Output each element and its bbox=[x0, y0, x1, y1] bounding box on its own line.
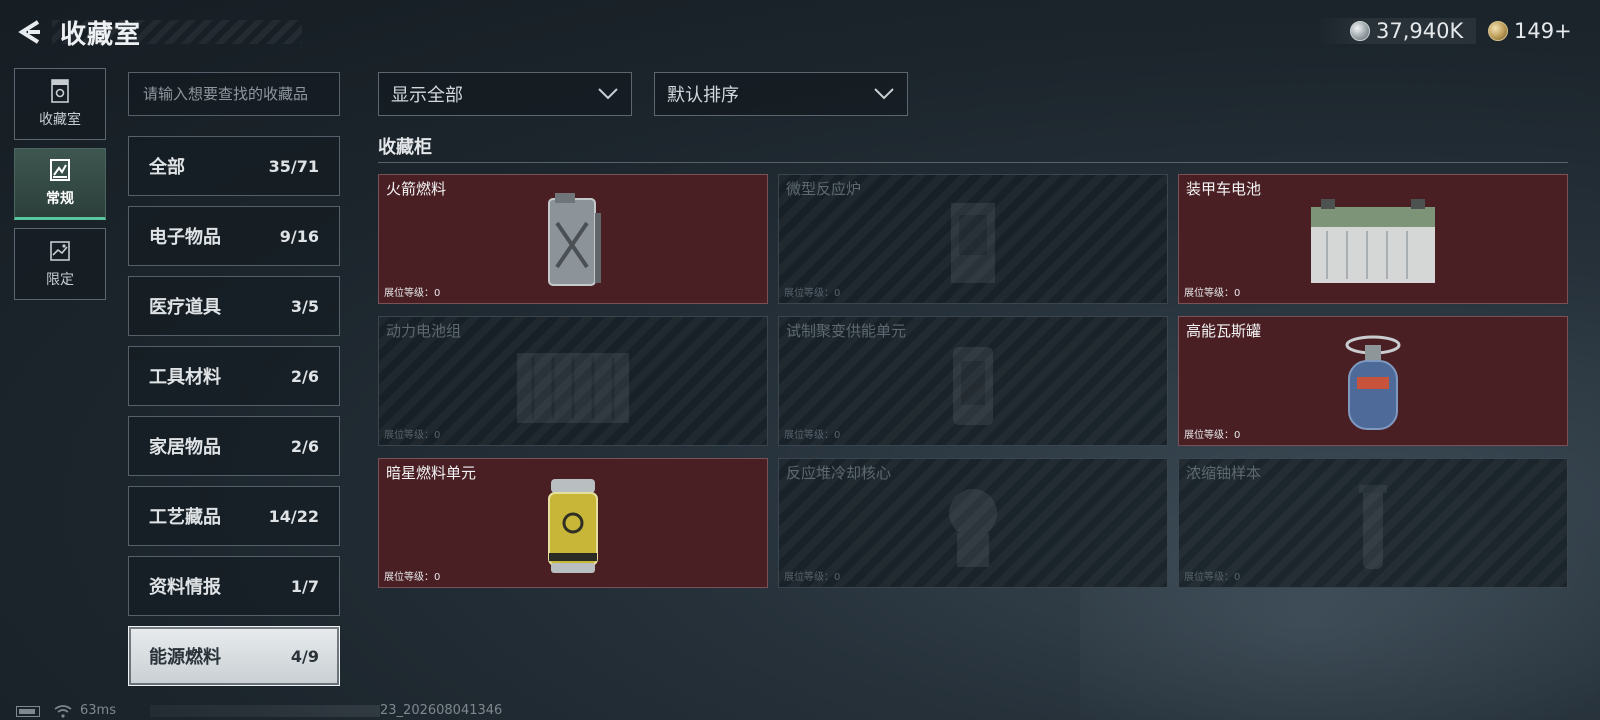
collection-card[interactable]: 装甲车电池 展位等级：0 bbox=[1178, 174, 1568, 304]
category-count: 14/22 bbox=[268, 506, 319, 526]
collection-card[interactable]: 浓缩铀样本 展位等级：0 bbox=[1178, 458, 1568, 588]
category-name: 医疗道具 bbox=[149, 297, 221, 318]
category-count: 9/16 bbox=[279, 226, 319, 246]
page-title: 收藏室 bbox=[60, 20, 142, 50]
fuel-cell-icon bbox=[548, 479, 598, 573]
item-level: 展位等级：0 bbox=[1184, 430, 1241, 441]
back-arrow-icon[interactable] bbox=[14, 16, 46, 48]
sort-dropdown[interactable]: 默认排序 bbox=[654, 72, 908, 116]
silver-currency: 37,940K bbox=[1316, 18, 1476, 44]
gold-coin-icon bbox=[1488, 21, 1508, 41]
search-input[interactable] bbox=[128, 72, 340, 116]
category-electronics[interactable]: 电子物品 9/16 bbox=[128, 206, 340, 266]
collection-card[interactable]: 高能瓦斯罐 展位等级：0 bbox=[1178, 316, 1568, 446]
silver-coin-icon bbox=[1350, 21, 1370, 41]
category-energy[interactable]: 能源燃料 4/9 bbox=[128, 626, 340, 686]
vehicle-battery-icon bbox=[1311, 199, 1435, 283]
nav-regular[interactable]: 常规 bbox=[14, 148, 106, 220]
category-count: 2/6 bbox=[290, 436, 319, 456]
collection-card[interactable]: 反应堆冷却核心 展位等级：0 bbox=[778, 458, 1168, 588]
uranium-sample-icon bbox=[1359, 485, 1387, 569]
battery-icon bbox=[16, 706, 40, 717]
item-level: 展位等级：0 bbox=[1184, 572, 1241, 583]
category-count: 35/71 bbox=[268, 156, 319, 176]
ping-text: 63ms bbox=[80, 703, 116, 718]
item-name: 浓缩铀样本 bbox=[1186, 464, 1262, 482]
nav-label: 收藏室 bbox=[39, 112, 81, 128]
collection-card[interactable]: 暗星燃料单元 展位等级：0 bbox=[378, 458, 768, 588]
item-name: 微型反应炉 bbox=[786, 180, 862, 198]
item-name: 装甲车电池 bbox=[1186, 180, 1262, 198]
nav-collection-room[interactable]: 收藏室 bbox=[14, 68, 106, 140]
category-household[interactable]: 家居物品 2/6 bbox=[128, 416, 340, 476]
category-intel[interactable]: 资料情报 1/7 bbox=[128, 556, 340, 616]
side-nav: 收藏室 常规 限定 bbox=[14, 68, 106, 308]
status-bar: 63ms 23_202608041346 bbox=[0, 702, 1600, 720]
item-level: 展位等级：0 bbox=[784, 430, 841, 441]
category-count: 4/9 bbox=[290, 646, 319, 666]
collection-card[interactable]: 火箭燃料 展位等级：0 bbox=[378, 174, 768, 304]
wifi-icon bbox=[54, 705, 72, 718]
top-bar: 收藏室 37,940K 149+ bbox=[0, 0, 1600, 64]
category-count: 1/7 bbox=[290, 576, 319, 596]
item-name: 火箭燃料 bbox=[386, 180, 447, 198]
reactor-core-icon bbox=[949, 489, 997, 567]
item-name: 试制聚变供能单元 bbox=[786, 322, 907, 340]
nav-label: 限定 bbox=[46, 272, 74, 288]
category-medical[interactable]: 医疗道具 3/5 bbox=[128, 276, 340, 336]
category-tools[interactable]: 工具材料 2/6 bbox=[128, 346, 340, 406]
nav-label: 常规 bbox=[46, 191, 74, 207]
collection-card[interactable]: 微型反应炉 展位等级：0 bbox=[778, 174, 1168, 304]
silver-amount: 37,940K bbox=[1376, 19, 1464, 43]
item-name: 暗星燃料单元 bbox=[386, 464, 477, 482]
category-all[interactable]: 全部 35/71 bbox=[128, 136, 340, 196]
category-name: 能源燃料 bbox=[149, 647, 221, 668]
gold-currency[interactable]: 149+ bbox=[1484, 18, 1596, 44]
fusion-unit-icon bbox=[953, 347, 993, 425]
category-list: 全部 35/71 电子物品 9/16 医疗道具 3/5 工具材料 2/6 家居物… bbox=[128, 136, 340, 696]
nav-limited[interactable]: 限定 bbox=[14, 228, 106, 300]
chevron-down-icon bbox=[874, 88, 894, 100]
redacted-id bbox=[150, 705, 380, 717]
collection-card[interactable]: 动力电池组 展位等级：0 bbox=[378, 316, 768, 446]
battery-pack-icon bbox=[517, 353, 629, 423]
section-divider bbox=[378, 162, 1568, 163]
item-name: 反应堆冷却核心 bbox=[786, 464, 892, 482]
item-name: 动力电池组 bbox=[386, 322, 462, 340]
gas-tank-icon bbox=[1345, 335, 1401, 430]
gold-amount: 149+ bbox=[1514, 19, 1572, 43]
display-filter-dropdown[interactable]: 显示全部 bbox=[378, 72, 632, 116]
chevron-down-icon bbox=[598, 88, 618, 100]
item-level: 展位等级：0 bbox=[784, 288, 841, 299]
category-name: 全部 bbox=[149, 157, 185, 178]
micro-reactor-icon bbox=[951, 203, 995, 283]
item-level: 展位等级：0 bbox=[1184, 288, 1241, 299]
item-level: 展位等级：0 bbox=[384, 430, 441, 441]
item-name: 高能瓦斯罐 bbox=[1186, 322, 1262, 340]
category-crafts[interactable]: 工艺藏品 14/22 bbox=[128, 486, 340, 546]
sort-value: 默认排序 bbox=[667, 85, 739, 106]
limited-icon bbox=[50, 241, 70, 261]
item-level: 展位等级：0 bbox=[384, 288, 441, 299]
item-level: 展位等级：0 bbox=[384, 572, 441, 583]
category-count: 3/5 bbox=[290, 296, 319, 316]
category-name: 工具材料 bbox=[149, 367, 221, 388]
category-name: 资料情报 bbox=[149, 577, 221, 598]
section-title: 收藏柜 bbox=[378, 137, 432, 158]
category-name: 家居物品 bbox=[149, 437, 221, 458]
display-filter-value: 显示全部 bbox=[391, 85, 463, 106]
collection-card[interactable]: 试制聚变供能单元 展位等级：0 bbox=[778, 316, 1168, 446]
regular-icon bbox=[50, 159, 70, 181]
category-name: 工艺藏品 bbox=[149, 507, 221, 528]
build-id: 23_202608041346 bbox=[380, 703, 503, 718]
fuel-canister-icon bbox=[548, 193, 601, 286]
item-level: 展位等级：0 bbox=[784, 572, 841, 583]
collection-room-icon bbox=[51, 79, 69, 103]
category-name: 电子物品 bbox=[149, 227, 221, 248]
category-count: 2/6 bbox=[290, 366, 319, 386]
